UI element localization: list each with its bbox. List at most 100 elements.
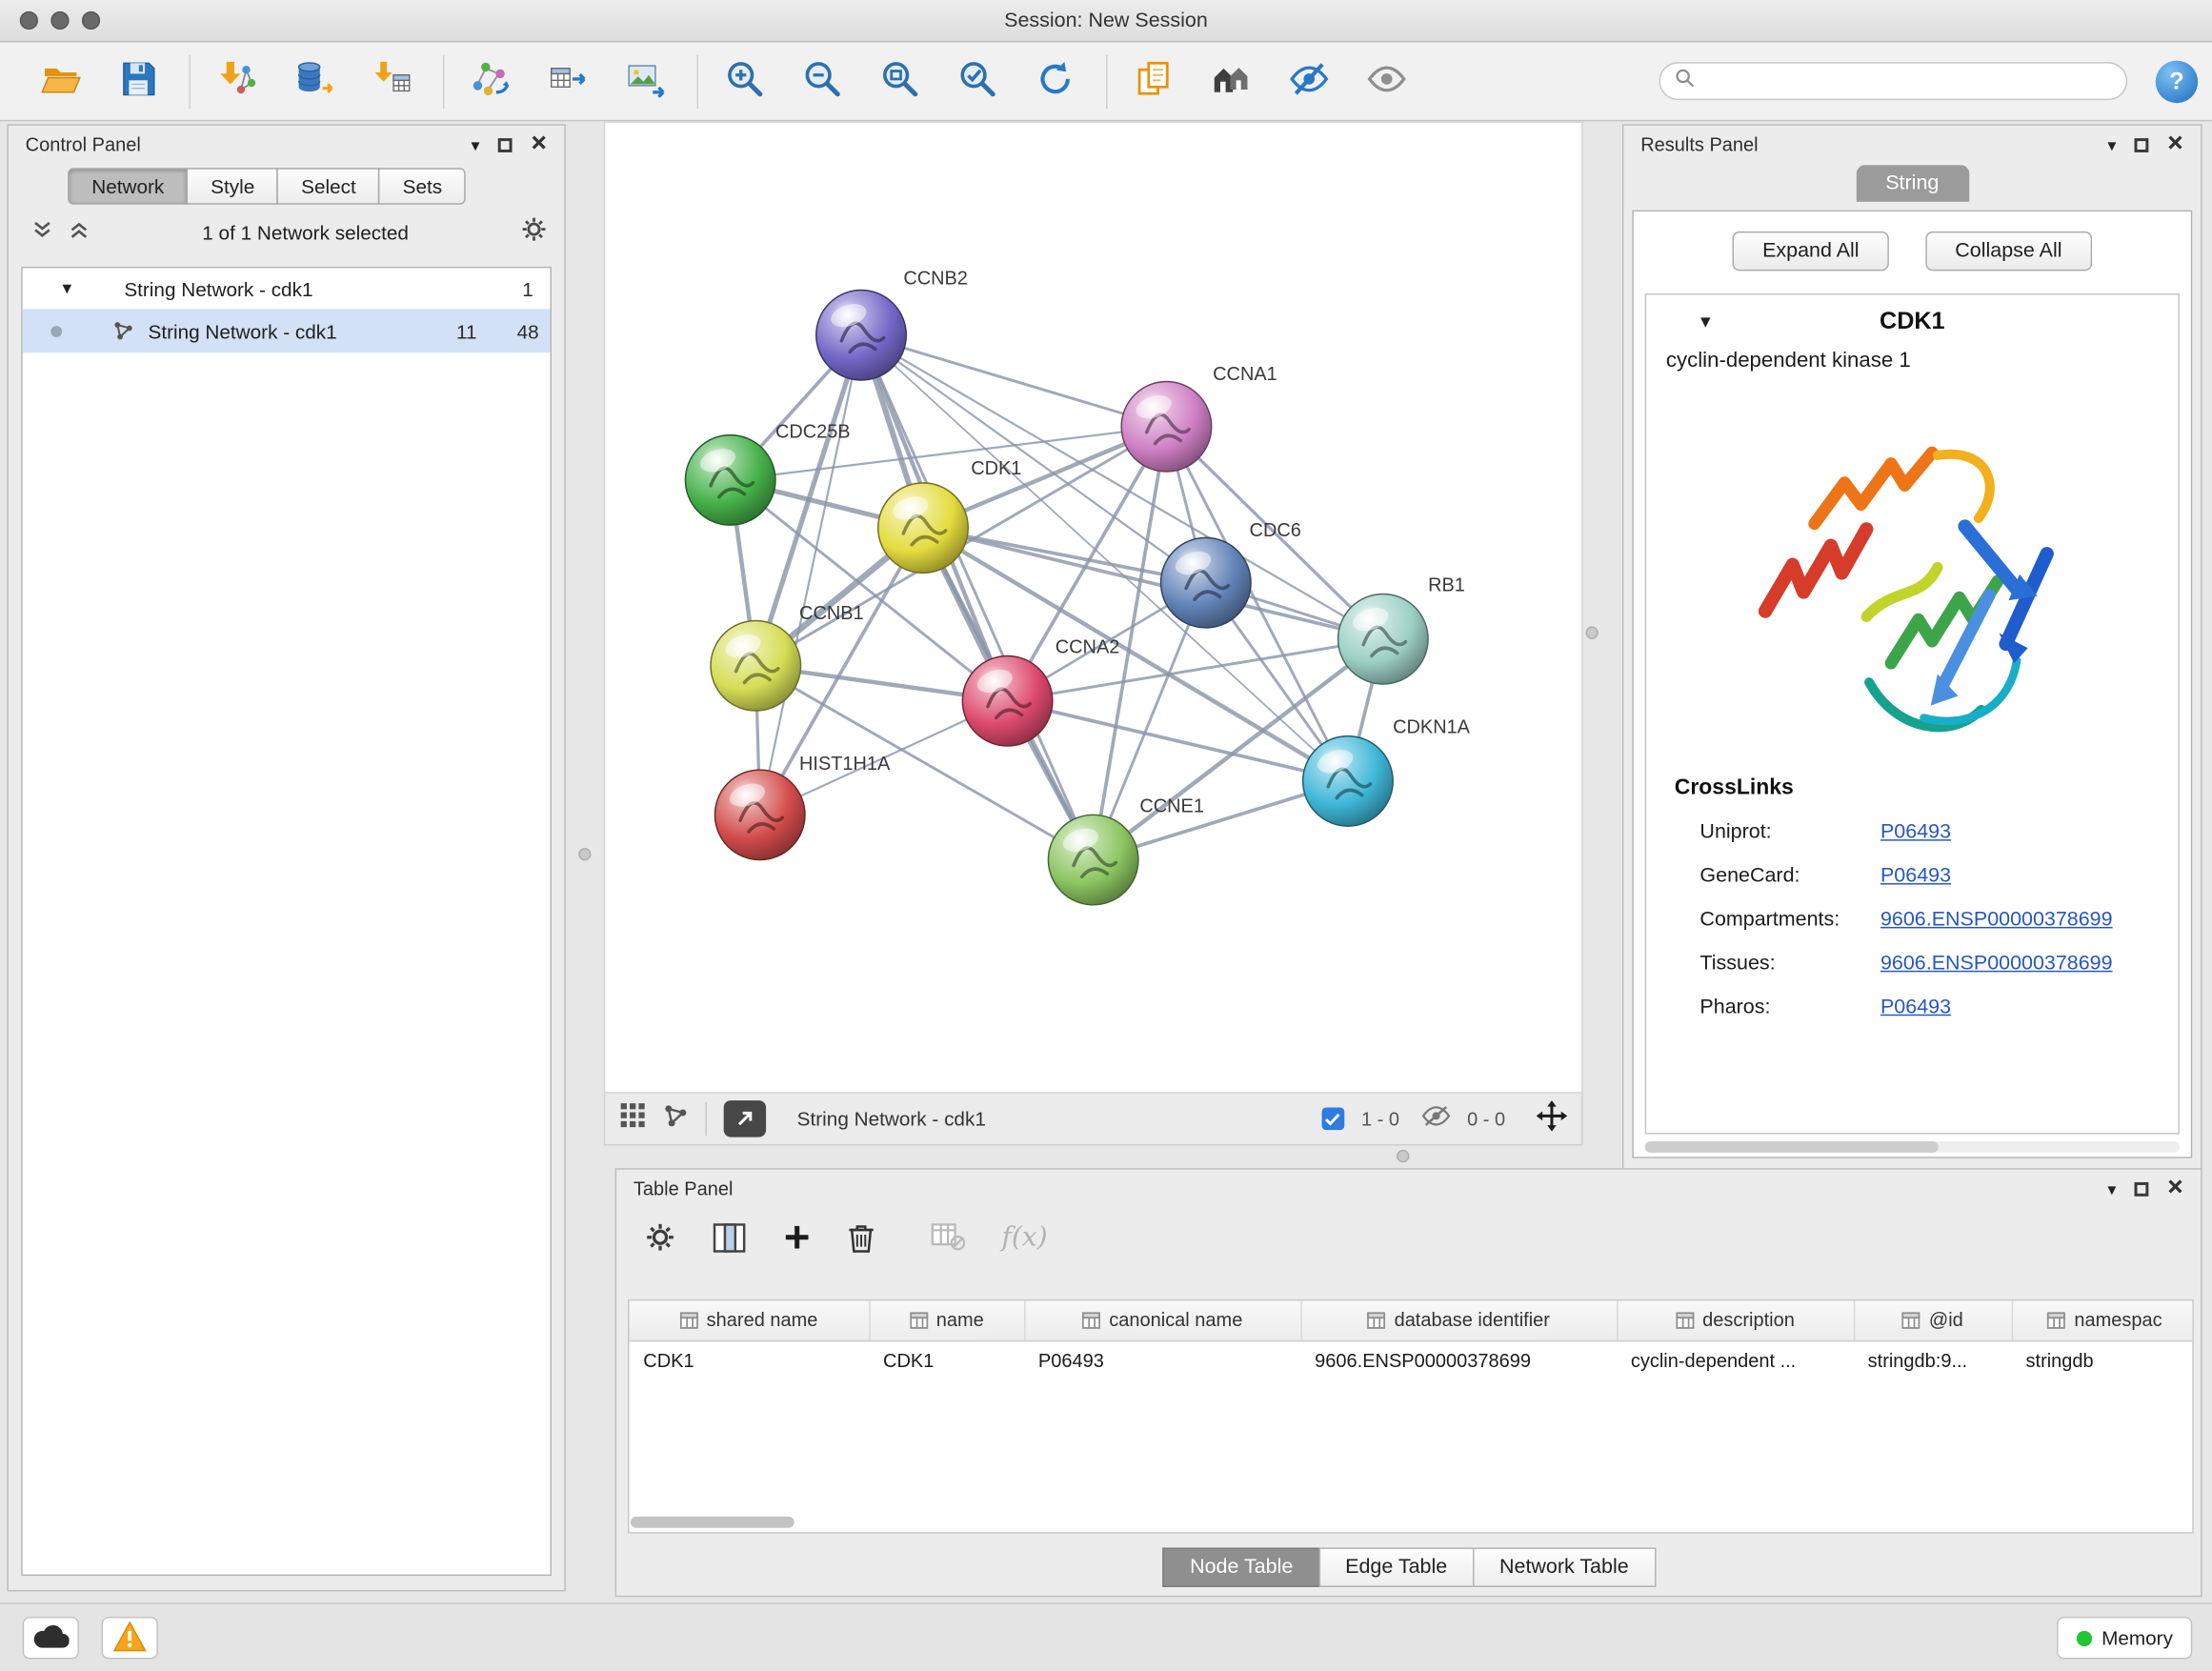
tab-node-table[interactable]: Node Table [1163, 1548, 1320, 1587]
panel-close-icon[interactable] [2167, 1176, 2184, 1201]
column-header[interactable]: shared name [629, 1300, 869, 1339]
hide-selected-button[interactable] [1279, 50, 1338, 112]
network-view-share-icon[interactable] [663, 1102, 689, 1135]
export-table-button[interactable] [539, 50, 598, 112]
new-network-from-selection-button[interactable] [461, 50, 520, 112]
cell-name[interactable]: CDK1 [869, 1340, 1024, 1379]
gear-icon[interactable] [520, 216, 547, 251]
panel-close-icon[interactable] [2167, 131, 2184, 157]
open-session-button[interactable] [31, 50, 90, 112]
uniprot-link[interactable]: P06493 [1880, 820, 1951, 843]
network-node-CDK1[interactable]: CDK1 [878, 458, 1022, 573]
network-node-RB1[interactable]: RB1 [1338, 575, 1465, 684]
cell-id[interactable]: stringdb:9... [1854, 1340, 2012, 1379]
horizontal-splitter-handle[interactable] [1397, 1150, 1409, 1162]
zoom-in-button[interactable] [715, 50, 774, 112]
column-header[interactable]: description [1617, 1300, 1854, 1339]
pharos-link[interactable]: P06493 [1880, 996, 1951, 1018]
search-box[interactable] [1659, 62, 2127, 100]
warnings-button[interactable] [102, 1617, 158, 1659]
right-splitter-handle[interactable] [1585, 627, 1598, 639]
network-node-CDKN1A[interactable]: CDKN1A [1303, 717, 1471, 826]
cell-namespace[interactable]: stringdb [2012, 1340, 2194, 1379]
tissues-link[interactable]: 9606.ENSP00000378699 [1880, 952, 2113, 975]
table-settings-button[interactable] [645, 1221, 676, 1253]
cloud-button[interactable] [23, 1617, 79, 1659]
panel-collapse-icon[interactable]: ▾ [2107, 1180, 2116, 1198]
disclosure-triangle-icon[interactable]: ▼ [59, 280, 79, 297]
import-table-from-file-button[interactable] [363, 50, 422, 112]
save-session-button[interactable] [109, 50, 168, 112]
tab-edge-table[interactable]: Edge Table [1318, 1548, 1474, 1587]
column-header[interactable]: name [869, 1300, 1024, 1339]
cell-database-identifier[interactable]: 9606.ENSP00000378699 [1300, 1340, 1617, 1379]
svg-text:CDC6: CDC6 [1250, 520, 1301, 541]
network-node-CCNB2[interactable]: CCNB2 [816, 269, 968, 380]
panel-float-icon[interactable] [498, 137, 513, 151]
results-tab-string[interactable]: String [1856, 165, 1968, 202]
network-canvas[interactable]: CCNB2CCNA1CDC25BCDK1CDC6RB1CCNB1CCNA2CDK… [604, 121, 1583, 1093]
table-horizontal-scrollbar[interactable] [631, 1517, 794, 1528]
zoom-fit-button[interactable] [871, 50, 930, 112]
tab-select[interactable]: Select [277, 168, 380, 205]
cell-description[interactable]: cyclin-dependent ... [1617, 1340, 1854, 1379]
cell-shared-name[interactable]: CDK1 [629, 1340, 869, 1379]
selected-checkbox-icon[interactable] [1322, 1107, 1345, 1130]
import-network-from-file-button[interactable] [208, 50, 267, 112]
column-header[interactable]: @id [1854, 1300, 2012, 1339]
results-horizontal-scrollbar[interactable] [1645, 1141, 2180, 1153]
grid-view-icon[interactable] [619, 1102, 646, 1137]
genecard-link[interactable]: P06493 [1880, 864, 1951, 887]
tab-network[interactable]: Network [68, 168, 188, 205]
section-disclosure-icon[interactable]: ▼ [1697, 312, 1714, 332]
show-columns-button[interactable] [713, 1222, 747, 1252]
import-network-from-database-button[interactable] [285, 50, 344, 112]
hidden-eye-slash-icon[interactable] [1422, 1104, 1451, 1134]
network-row-label: String Network - cdk1 [148, 319, 414, 342]
panel-close-icon[interactable] [531, 131, 548, 157]
search-input[interactable] [1704, 70, 2112, 91]
collapse-all-button[interactable]: Collapse All [1925, 232, 2091, 271]
column-header[interactable]: canonical name [1024, 1300, 1300, 1339]
compartments-link[interactable]: 9606.ENSP00000378699 [1880, 908, 2113, 931]
column-header[interactable]: namespac [2012, 1300, 2194, 1339]
panel-collapse-icon[interactable]: ▾ [2107, 136, 2116, 153]
tab-sets[interactable]: Sets [378, 168, 466, 205]
panel-float-icon[interactable] [2135, 1181, 2149, 1196]
pan-crosshair-icon[interactable] [1537, 1099, 1568, 1137]
crosslinks-heading: CrossLinks [1675, 775, 2179, 801]
add-column-button[interactable] [783, 1223, 812, 1252]
copy-documents-button[interactable] [1124, 50, 1183, 112]
gene-section: ▼ CDK1 cyclin-dependent kinase 1 [1645, 293, 2180, 1135]
help-button[interactable]: ? [2156, 60, 2198, 102]
show-all-button[interactable] [1357, 50, 1417, 112]
open-in-new-window-button[interactable] [724, 1100, 766, 1137]
home-views-button[interactable] [1202, 50, 1261, 112]
panel-float-icon[interactable] [2135, 137, 2149, 151]
column-header[interactable]: database identifier [1300, 1300, 1617, 1339]
zoom-out-button[interactable] [793, 50, 852, 112]
export-image-button[interactable] [616, 50, 675, 112]
network-node-HIST1H1A[interactable]: HIST1H1A [714, 754, 891, 859]
network-row-selected[interactable]: String Network - cdk1 11 48 [23, 309, 551, 352]
delete-column-button[interactable] [848, 1222, 875, 1252]
network-node-CCNB1[interactable]: CCNB1 [711, 603, 864, 711]
expand-all-icon[interactable] [68, 219, 90, 246]
tab-style[interactable]: Style [187, 168, 278, 205]
expand-all-button[interactable]: Expand All [1733, 232, 1889, 271]
crosslink-row: Compartments: 9606.ENSP00000378699 [1699, 897, 2178, 941]
tab-network-table[interactable]: Network Table [1473, 1548, 1656, 1587]
refresh-layout-button[interactable] [1026, 50, 1085, 112]
window-title: Session: New Session [0, 0, 2212, 42]
table-row[interactable]: CDK1 CDK1 P06493 9606.ENSP00000378699 cy… [629, 1340, 2193, 1379]
network-node-CCNA1[interactable]: CCNA1 [1121, 364, 1277, 472]
panel-collapse-icon[interactable]: ▾ [472, 136, 480, 153]
zoom-selected-button[interactable] [948, 50, 1007, 112]
collapse-all-icon[interactable] [31, 219, 54, 246]
network-collection-row[interactable]: ▼ String Network - cdk1 1 [23, 268, 551, 309]
network-node-CDC6[interactable]: CDC6 [1161, 520, 1301, 628]
memory-button[interactable]: Memory [2057, 1617, 2192, 1659]
cell-canonical-name[interactable]: P06493 [1024, 1340, 1300, 1379]
left-splitter-handle[interactable] [578, 848, 591, 860]
function-builder-button: f(x) [1001, 1221, 1047, 1253]
